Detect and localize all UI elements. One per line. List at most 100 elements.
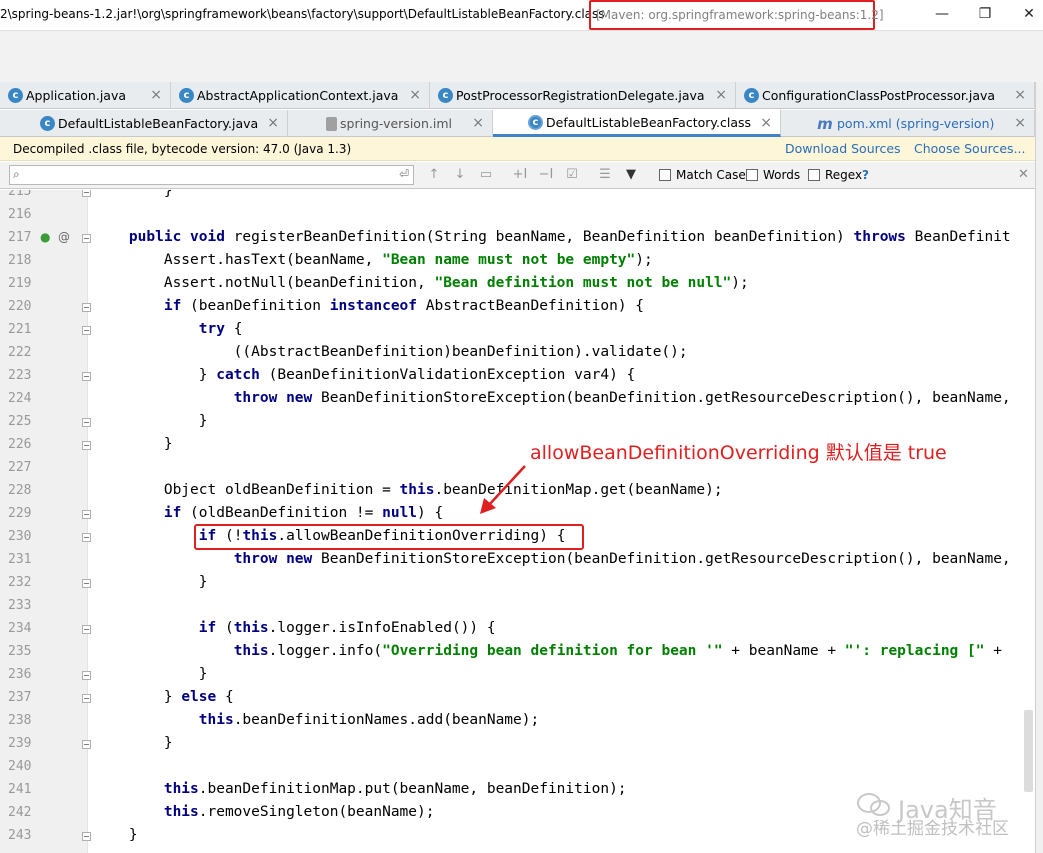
code-line[interactable]: 233	[0, 596, 1035, 619]
line-number[interactable]: 238	[8, 713, 36, 728]
fold-toggle-icon[interactable]	[82, 234, 91, 243]
tab-pom-xml[interactable]: m pom.xml (spring-version) ×	[781, 110, 1035, 137]
remove-selection-icon[interactable]: −I	[537, 166, 555, 184]
close-tab-icon[interactable]: ×	[409, 87, 421, 103]
line-number[interactable]: 232	[8, 575, 36, 590]
code-text[interactable]: }	[94, 436, 173, 452]
line-number[interactable]: 225	[8, 414, 36, 429]
line-number[interactable]: 220	[8, 299, 36, 314]
minimize-button[interactable]: —	[930, 4, 954, 24]
checkbox-box[interactable]	[746, 169, 758, 181]
code-line[interactable]: 217 ● @ public void registerBeanDefinition…	[0, 228, 1035, 251]
line-number[interactable]: 231	[8, 552, 36, 567]
checkbox-box[interactable]	[659, 169, 671, 181]
line-number[interactable]: 233	[8, 598, 36, 613]
line-number[interactable]: 224	[8, 391, 36, 406]
code-text[interactable]: try {	[94, 321, 243, 337]
code-text[interactable]: Assert.notNull(beanDefinition, "Bean def…	[94, 275, 749, 291]
tab-application-java[interactable]: c Application.java ×	[0, 82, 171, 109]
code-text[interactable]: if (beanDefinition instanceof AbstractBe…	[94, 298, 644, 314]
line-number[interactable]: 242	[8, 805, 36, 820]
close-tab-icon[interactable]: ×	[1014, 115, 1026, 131]
line-number[interactable]: 241	[8, 782, 36, 797]
line-number[interactable]: 222	[8, 345, 36, 360]
code-line[interactable]: 223 } catch (BeanDefinitionValidationExc…	[0, 366, 1035, 389]
close-window-button[interactable]: ✕	[1017, 4, 1041, 24]
code-text[interactable]: }	[94, 666, 208, 682]
line-number[interactable]: 243	[8, 828, 36, 843]
line-number[interactable]: 234	[8, 621, 36, 636]
fold-toggle-icon[interactable]	[82, 303, 91, 312]
fold-toggle-icon[interactable]	[82, 625, 91, 634]
fold-toggle-icon[interactable]	[82, 372, 91, 381]
add-selection-icon[interactable]: +I	[511, 166, 529, 184]
close-tab-icon[interactable]: ×	[267, 115, 279, 131]
tab-default-listable-bean-factory-class[interactable]: c DefaultListableBeanFactory.class ×	[493, 110, 781, 137]
fold-toggle-icon[interactable]	[82, 510, 91, 519]
code-editor[interactable]: 215 } 216 217 ● @ public void registerBeanDe…	[0, 190, 1035, 853]
code-line[interactable]: 220 if (beanDefinition instanceof Abstra…	[0, 297, 1035, 320]
close-tab-icon[interactable]: ×	[1014, 87, 1026, 103]
right-tool-window-strip[interactable]	[1035, 82, 1043, 853]
vertical-scrollbar-thumb[interactable]	[1024, 710, 1033, 792]
close-find-bar-icon[interactable]: ✕	[1018, 167, 1029, 182]
tab-spring-version-iml[interactable]: spring-version.iml ×	[288, 110, 493, 137]
code-line[interactable]: 240	[0, 757, 1035, 780]
filter-lines-icon[interactable]: ☰	[596, 166, 614, 184]
line-number[interactable]: 239	[8, 736, 36, 751]
line-number[interactable]: 227	[8, 460, 36, 475]
find-field[interactable]: ⌕ ⏎	[9, 165, 414, 185]
fold-toggle-icon[interactable]	[82, 533, 91, 542]
search-icon[interactable]: ⌕	[13, 167, 20, 182]
choose-sources-link[interactable]: Choose Sources...	[914, 141, 1026, 156]
line-number[interactable]: 218	[8, 253, 36, 268]
close-tab-icon[interactable]: ×	[150, 87, 162, 103]
code-text[interactable]: Assert.hasText(beanName, "Bean name must…	[94, 252, 653, 268]
close-tab-icon[interactable]: ×	[715, 87, 727, 103]
fold-toggle-icon[interactable]	[82, 832, 91, 841]
code-text[interactable]: }	[94, 735, 173, 751]
line-number[interactable]: 216	[8, 207, 36, 222]
line-number[interactable]: 228	[8, 483, 36, 498]
fold-toggle-icon[interactable]	[82, 190, 91, 197]
fold-toggle-icon[interactable]	[82, 694, 91, 703]
code-line[interactable]: 222 ((AbstractBeanDefinition)beanDefinit…	[0, 343, 1035, 366]
code-line[interactable]: 225 }	[0, 412, 1035, 435]
fold-toggle-icon[interactable]	[82, 441, 91, 450]
new-line-icon[interactable]: ⏎	[399, 167, 409, 181]
code-text[interactable]: }	[94, 827, 138, 843]
fold-toggle-icon[interactable]	[82, 740, 91, 749]
close-tab-icon[interactable]: ×	[472, 115, 484, 131]
tab-abstract-application-context[interactable]: c AbstractApplicationContext.java ×	[171, 82, 430, 109]
code-text[interactable]: if (oldBeanDefinition != null) {	[94, 505, 443, 521]
checkbox-box[interactable]	[808, 169, 820, 181]
code-text[interactable]: if (this.logger.isInfoEnabled()) {	[94, 620, 496, 636]
download-sources-link[interactable]: Download Sources	[785, 141, 901, 156]
close-tab-icon[interactable]: ×	[760, 115, 772, 131]
restore-button[interactable]: ❐	[973, 4, 997, 24]
fold-toggle-icon[interactable]	[82, 579, 91, 588]
code-text[interactable]: }	[94, 574, 208, 590]
words-checkbox[interactable]: Words	[746, 168, 800, 182]
code-line[interactable]: 224 throw new BeanDefinitionStoreExcepti…	[0, 389, 1035, 412]
line-number[interactable]: 235	[8, 644, 36, 659]
code-line[interactable]: 218 Assert.hasText(beanName, "Bean name …	[0, 251, 1035, 274]
line-number[interactable]: 217	[8, 230, 36, 245]
code-line[interactable]: 221 try {	[0, 320, 1035, 343]
line-number[interactable]: 219	[8, 276, 36, 291]
line-number[interactable]: 237	[8, 690, 36, 705]
code-text[interactable]: } catch (BeanDefinitionValidationExcepti…	[94, 367, 636, 383]
next-occurrence-icon[interactable]: ↓	[451, 166, 469, 184]
match-case-checkbox[interactable]: Match Case	[659, 168, 746, 182]
fold-toggle-icon[interactable]	[82, 671, 91, 680]
line-number[interactable]: 236	[8, 667, 36, 682]
line-number[interactable]: 223	[8, 368, 36, 383]
line-number[interactable]: 229	[8, 506, 36, 521]
tab-configuration-class-post-processor[interactable]: c ConfigurationClassPostProcessor.java ×	[736, 82, 1035, 109]
line-number[interactable]: 226	[8, 437, 36, 452]
regex-checkbox[interactable]: Regex	[808, 168, 862, 182]
select-all-occurrences-icon[interactable]: ☑	[563, 166, 581, 184]
code-text[interactable]: this.logger.info("Overriding bean defini…	[94, 643, 1002, 659]
code-line[interactable]: 237 } else {	[0, 688, 1035, 711]
code-line[interactable]: 235 this.logger.info("Overriding bean de…	[0, 642, 1035, 665]
